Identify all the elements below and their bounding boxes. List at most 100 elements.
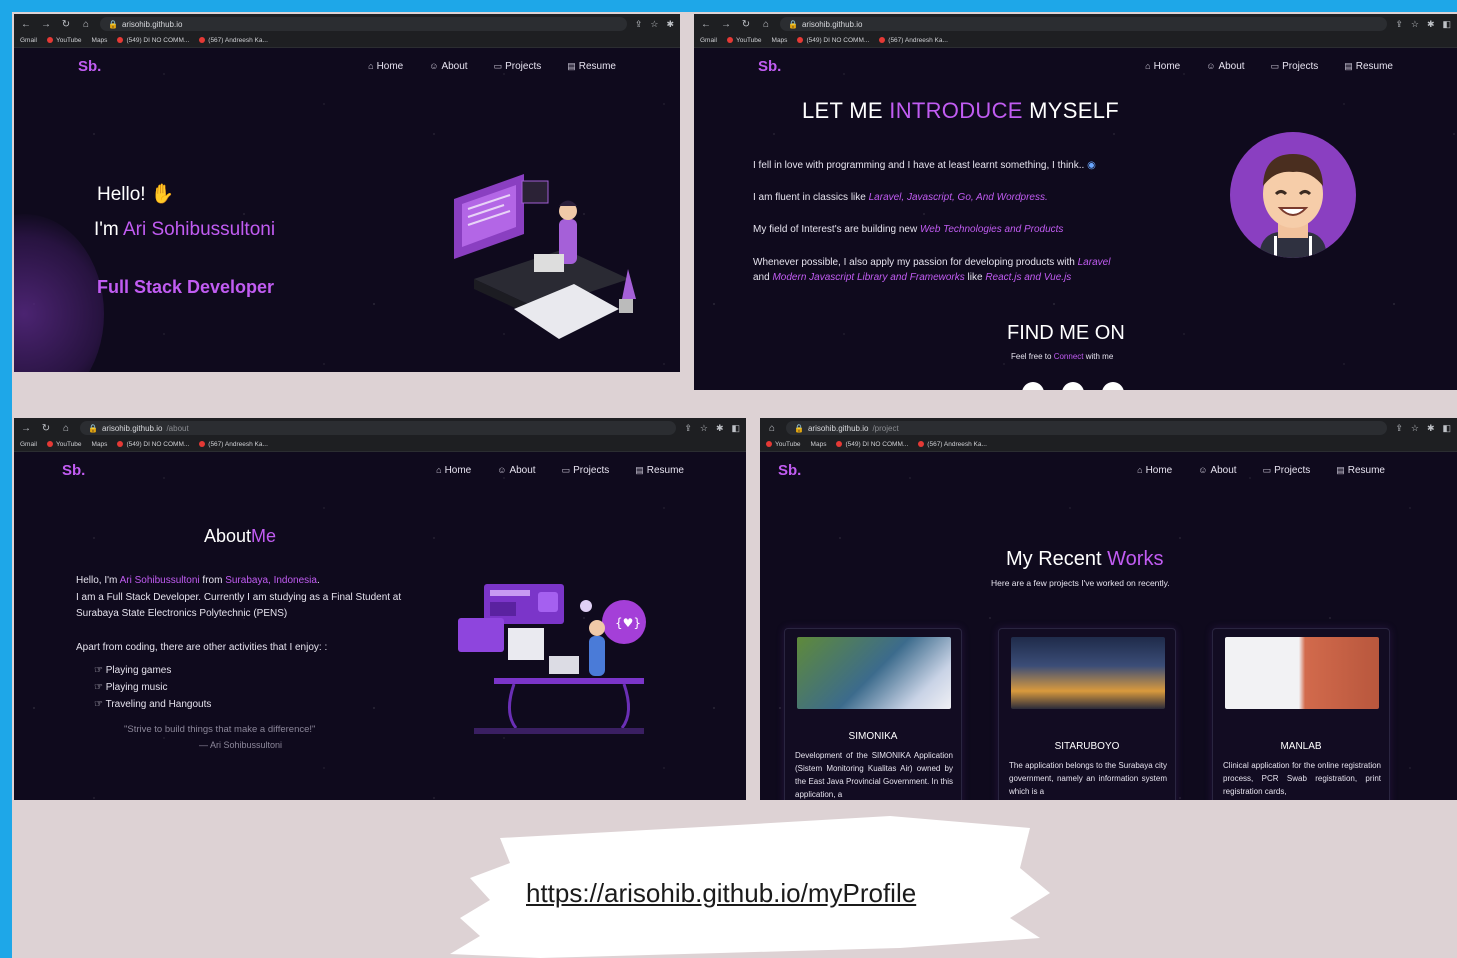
bookmark[interactable]: YouTube	[46, 441, 82, 448]
nav-resume[interactable]: ▤ Resume	[567, 61, 616, 72]
bookmark-label: (567) Andreesh Ka...	[208, 441, 268, 448]
paragraph-text: I fell in love with programming and I ha…	[753, 160, 1088, 171]
bookmark-label: YouTube	[775, 441, 801, 448]
nav-home[interactable]: ⌂ Home	[1137, 465, 1172, 476]
share-icon[interactable]: ⇪	[1395, 19, 1403, 30]
back-icon[interactable]: ←	[700, 19, 712, 30]
bookmark[interactable]: (567) Andreesh Ka...	[879, 37, 948, 44]
forward-icon[interactable]: →	[40, 19, 52, 30]
site-logo[interactable]: Sb.	[78, 58, 101, 75]
sidebar-icon[interactable]: ◧	[731, 423, 740, 434]
star-icon[interactable]: ☆	[700, 423, 708, 434]
back-icon[interactable]: ←	[20, 19, 32, 30]
nav-about[interactable]: ☺ About	[429, 61, 467, 72]
nav-resume-label: Resume	[646, 464, 684, 476]
bookmark[interactable]: Gmail	[700, 37, 717, 44]
sidebar-icon[interactable]: ◧	[1442, 423, 1451, 434]
site-logo[interactable]: Sb.	[62, 462, 85, 479]
bookmark[interactable]: (567) Andreesh Ka...	[199, 441, 268, 448]
star-icon[interactable]: ☆	[650, 19, 658, 30]
extension-icon[interactable]: ✱	[1427, 423, 1435, 434]
sidebar-icon[interactable]: ◧	[1442, 19, 1451, 30]
heading-part: MYSELF	[1022, 98, 1119, 123]
project-card-sitaruboyo[interactable]: SITARUBOYO The application belongs to th…	[998, 628, 1176, 800]
nav-projects[interactable]: ▭ Projects	[494, 61, 542, 72]
nav-resume[interactable]: ▤ Resume	[635, 465, 684, 476]
address-bar[interactable]: 🔒 arisohib.github.io	[100, 17, 627, 31]
nav-home[interactable]: ⌂ Home	[436, 465, 471, 476]
bookmark[interactable]: YouTube	[766, 441, 801, 448]
bookmark[interactable]: Maps	[92, 37, 108, 44]
bookmark[interactable]: Maps	[772, 37, 788, 44]
nav-projects[interactable]: ▭ Projects	[1263, 465, 1311, 476]
social-linkedin-icon[interactable]	[1062, 382, 1084, 390]
activity-item: ☞ Traveling and Hangouts	[94, 699, 211, 710]
bookmark[interactable]: (549) DI NO COMM...	[797, 37, 869, 44]
bookmark[interactable]: Gmail	[20, 441, 37, 448]
nav-projects[interactable]: ▭ Projects	[562, 465, 610, 476]
heading-part: LET ME	[802, 98, 890, 123]
bookmark[interactable]: Gmail	[20, 37, 37, 44]
intro-paragraph-3: My field of Interest's are building new …	[753, 222, 1183, 237]
star-icon[interactable]: ☆	[1411, 19, 1419, 30]
extension-icon[interactable]: ✱	[716, 423, 724, 434]
forward-icon[interactable]: →	[720, 19, 732, 30]
share-icon[interactable]: ⇪	[684, 423, 692, 434]
bookmark[interactable]: (549) DI NO COMM...	[117, 441, 189, 448]
star-icon[interactable]: ☆	[1411, 423, 1419, 434]
bookmarks-bar: YouTube Maps (549) DI NO COMM... (567) A…	[760, 438, 1457, 452]
project-card-simonika[interactable]: SIMONIKA Development of the SIMONIKA App…	[784, 628, 962, 800]
extension-icon[interactable]: ✱	[1427, 19, 1435, 30]
reload-icon[interactable]: ↻	[40, 423, 52, 434]
browser-toolbar: ← → ↻ ⌂ 🔒 arisohib.github.io ⇪ ☆ ✱	[14, 14, 680, 34]
address-bar[interactable]: 🔒 arisohib.github.io/about	[80, 421, 677, 435]
project-thumbnail	[1225, 637, 1379, 709]
share-icon[interactable]: ⇪	[635, 19, 643, 30]
nav-about[interactable]: ☺ About	[1206, 61, 1244, 72]
purple-glow	[14, 214, 104, 372]
share-icon[interactable]: ⇪	[1395, 423, 1403, 434]
home-icon[interactable]: ⌂	[760, 19, 772, 30]
nav-projects[interactable]: ▭ Projects	[1271, 61, 1319, 72]
bookmark-label: (549) DI NO COMM...	[126, 441, 190, 448]
user-icon: ☺	[1198, 464, 1208, 475]
site-logo[interactable]: Sb.	[778, 462, 801, 479]
nav-home[interactable]: ⌂ Home	[368, 61, 403, 72]
bookmark[interactable]: (549) DI NO COMM...	[836, 441, 908, 448]
reload-icon[interactable]: ↻	[740, 19, 752, 30]
user-icon: ☺	[429, 60, 439, 71]
nav-home[interactable]: ⌂ Home	[1145, 61, 1180, 72]
profile-url-link[interactable]: https://arisohib.github.io/myProfile	[526, 878, 916, 909]
nav-home-label: Home	[376, 60, 404, 72]
forward-icon[interactable]: →	[20, 423, 32, 434]
project-title: SIMONIKA	[848, 731, 898, 742]
bookmark[interactable]: Maps	[811, 441, 827, 448]
paragraph-text: like	[964, 272, 986, 283]
home-icon[interactable]: ⌂	[766, 423, 778, 434]
extension-icon[interactable]: ✱	[666, 19, 674, 30]
nav-resume[interactable]: ▤ Resume	[1344, 61, 1393, 72]
bookmark[interactable]: (567) Andreesh Ka...	[199, 37, 268, 44]
nav-about[interactable]: ☺ About	[497, 465, 535, 476]
address-bar[interactable]: 🔒 arisohib.github.io	[780, 17, 1388, 31]
address-bar[interactable]: 🔒 arisohib.github.io/project	[786, 421, 1388, 435]
nav-resume[interactable]: ▤ Resume	[1336, 465, 1385, 476]
home-icon[interactable]: ⌂	[60, 423, 72, 434]
bookmark[interactable]: Maps	[92, 441, 108, 448]
bookmark[interactable]: (549) DI NO COMM...	[117, 37, 189, 44]
browser-toolbar: ← → ↻ ⌂ 🔒 arisohib.github.io ⇪ ☆ ✱ ◧	[694, 14, 1457, 34]
bookmark[interactable]: (567) Andreesh Ka...	[918, 441, 987, 448]
social-github-icon[interactable]	[1022, 382, 1044, 390]
connect-link[interactable]: Connect	[1054, 352, 1084, 361]
reload-icon[interactable]: ↻	[60, 19, 72, 30]
project-card-manlab[interactable]: MANLAB Clinical application for the onli…	[1212, 628, 1390, 800]
nav-about[interactable]: ☺ About	[1198, 465, 1236, 476]
social-instagram-icon[interactable]	[1102, 382, 1124, 390]
nav-projects-label: Projects	[573, 464, 610, 476]
paragraph-highlight: Modern Javascript Library and Frameworks	[772, 272, 965, 283]
bookmark[interactable]: YouTube	[46, 37, 82, 44]
intro-paragraph-2: I am fluent in classics like Laravel, Ja…	[753, 190, 1183, 205]
home-icon[interactable]: ⌂	[80, 19, 92, 30]
site-logo[interactable]: Sb.	[758, 58, 781, 75]
bookmark[interactable]: YouTube	[726, 37, 762, 44]
